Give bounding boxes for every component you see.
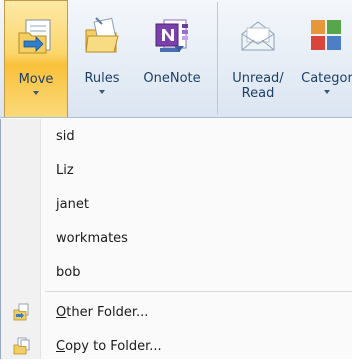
chevron-down-icon <box>99 90 105 94</box>
folder-move-icon <box>14 15 58 59</box>
menu-item-folder-liz[interactable]: Liz <box>1 153 352 187</box>
onenote-icon <box>150 14 194 58</box>
rules-folder-icon <box>80 14 124 58</box>
menu-item-label: Other Folder... <box>56 304 149 320</box>
menu-item-label: janet <box>56 196 89 212</box>
menu-item-copy-to-folder[interactable]: Copy to Folder... <box>1 329 352 363</box>
ribbon-move-group: Move Rules OneNote Unread/ Read Categor <box>0 0 352 118</box>
move-to-folder-icon <box>13 303 31 321</box>
categorize-button[interactable]: Categor <box>292 0 352 117</box>
menu-item-label: workmates <box>56 230 128 246</box>
menu-item-label: Liz <box>56 162 74 178</box>
unread-read-label: Unread/ Read <box>232 71 283 101</box>
onenote-button[interactable]: OneNote <box>134 0 210 117</box>
envelope-icon <box>236 14 280 58</box>
onenote-label: OneNote <box>143 71 201 86</box>
unread-label-line2: Read <box>241 86 275 101</box>
chevron-down-icon <box>324 90 330 94</box>
menu-item-label: bob <box>56 264 81 280</box>
menu-item-label: Copy to Folder... <box>56 338 162 354</box>
copy-to-folder-icon <box>13 337 31 355</box>
rules-label: Rules <box>84 71 120 86</box>
move-dropdown-menu: sid Liz janet workmates bob Other Folder… <box>0 119 352 359</box>
menu-item-folder-sid[interactable]: sid <box>1 119 352 153</box>
menu-separator <box>45 291 352 292</box>
categorize-icon <box>305 14 349 58</box>
categorize-label: Categor <box>301 71 352 86</box>
menu-item-folder-bob[interactable]: bob <box>1 255 352 289</box>
menu-item-label: sid <box>56 128 75 144</box>
ribbon-group-divider <box>217 2 218 114</box>
move-button[interactable]: Move <box>4 0 68 117</box>
chevron-down-icon <box>33 91 39 95</box>
rules-button[interactable]: Rules <box>72 0 132 117</box>
unread-read-button[interactable]: Unread/ Read <box>224 0 292 117</box>
menu-item-folder-janet[interactable]: janet <box>1 187 352 221</box>
menu-item-folder-workmates[interactable]: workmates <box>1 221 352 255</box>
move-label: Move <box>18 72 54 87</box>
unread-label-line1: Unread/ <box>232 71 284 86</box>
menu-item-other-folder[interactable]: Other Folder... <box>1 295 352 329</box>
